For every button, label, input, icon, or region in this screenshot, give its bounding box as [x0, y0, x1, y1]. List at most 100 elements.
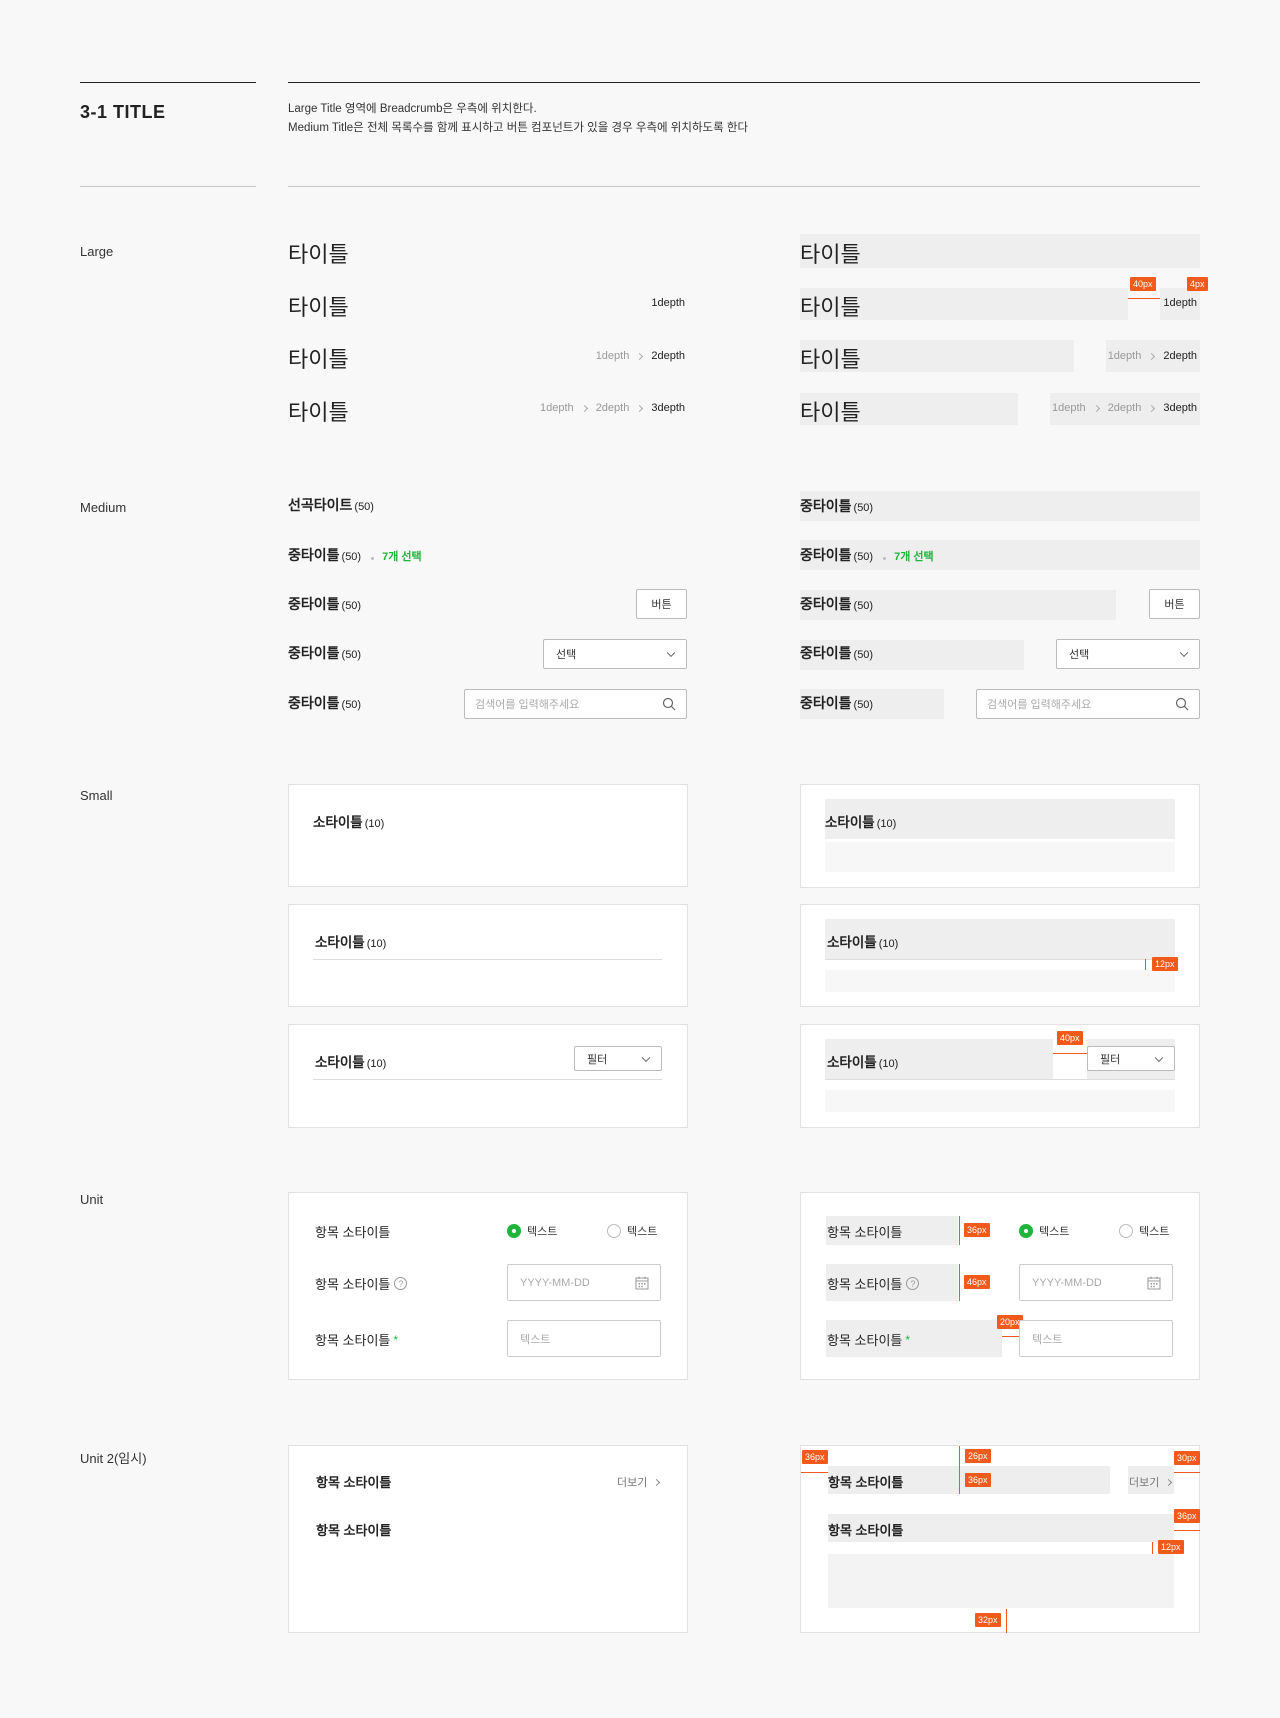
breadcrumb-current[interactable]: 1depth — [1163, 297, 1197, 309]
breadcrumb-current[interactable]: 3depth — [1163, 402, 1197, 414]
medium-title-spec-3: 중타이틀 (50) — [800, 594, 873, 614]
spec-measure-line — [1002, 1336, 1019, 1337]
label-large: Large — [80, 244, 114, 259]
spec-measure-line — [801, 1472, 828, 1473]
spec-measure-line — [1053, 1053, 1087, 1054]
date-input[interactable]: YYYY-MM-DD — [507, 1264, 661, 1301]
small-count: (10) — [878, 1058, 899, 1070]
filter-value: 필터 — [587, 1053, 608, 1066]
more-link[interactable]: 더보기 — [617, 1474, 661, 1490]
medium-title-2: 중타이틀 (50) 7개 선택 — [288, 545, 422, 565]
medium-count: (50) — [853, 551, 874, 563]
action-button[interactable]: 버튼 — [636, 589, 687, 619]
breadcrumb-current[interactable]: 2depth — [1163, 350, 1197, 362]
breadcrumb-current[interactable]: 2depth — [651, 350, 685, 362]
spec-measure-line — [1006, 1609, 1007, 1633]
breadcrumb-current[interactable]: 3depth — [651, 402, 685, 414]
help-icon[interactable]: ? — [906, 1277, 920, 1290]
breadcrumb-spec-2: 1depth 2depth — [1108, 350, 1197, 362]
radio-option-1[interactable]: 텍스트 — [507, 1223, 557, 1239]
search-placeholder: 검색어를 입력해주세요 — [475, 699, 580, 711]
radio-option-2[interactable]: 텍스트 — [1119, 1223, 1169, 1239]
small-title-2: 소타이틀 (10) — [315, 931, 386, 951]
breadcrumb-current[interactable]: 1depth — [651, 297, 685, 309]
desc-line-2: Medium Title은 전체 목록수를 함께 표시하고 버튼 컴포넌트가 있… — [288, 122, 749, 134]
label-unit2: Unit 2(임시) — [80, 1451, 147, 1466]
select-dropdown[interactable]: 선택 — [1056, 639, 1200, 669]
medium-count: (50) — [853, 502, 874, 514]
breadcrumb-item[interactable]: 1depth — [1052, 402, 1086, 414]
unit-item-label-3: 항목 소타이틀 * — [315, 1330, 398, 1349]
breadcrumb-spec-1: 1depth — [1163, 297, 1197, 309]
search-input[interactable]: 검색어를 입력해주세요 — [976, 689, 1200, 719]
medium-title-spec-5: 중타이틀 (50) — [800, 693, 873, 713]
small-card-1 — [288, 784, 688, 887]
breadcrumb-1: 1depth — [651, 297, 685, 309]
text-placeholder: 텍스트 — [520, 1333, 551, 1346]
more-label: 더보기 — [1129, 1477, 1160, 1489]
small-title-3: 소타이틀 (10) — [315, 1051, 386, 1071]
small-title-spec-3: 소타이틀 (10) — [827, 1051, 898, 1071]
more-link[interactable]: 더보기 — [1129, 1474, 1173, 1490]
label-unit: Unit — [80, 1192, 104, 1207]
search-input[interactable]: 검색어를 입력해주세요 — [464, 689, 687, 719]
small-title-text: 소타이틀 — [315, 1055, 365, 1070]
guide-area — [825, 1090, 1175, 1112]
filter-dropdown[interactable]: 필터 — [1087, 1046, 1175, 1071]
radio-label: 텍스트 — [527, 1226, 558, 1238]
guide-area — [828, 1554, 1174, 1608]
calendar-icon — [1147, 1276, 1161, 1289]
unit-item-text: 항목 소타이틀 — [827, 1225, 903, 1240]
breadcrumb-item[interactable]: 1depth — [596, 350, 630, 362]
radio-option-1[interactable]: 텍스트 — [1019, 1223, 1069, 1239]
breadcrumb-item[interactable]: 1depth — [540, 402, 574, 414]
unit2-item-text: 항목 소타이틀 — [316, 1523, 392, 1538]
text-input[interactable]: 텍스트 — [507, 1320, 661, 1357]
spec-tag: 36px — [965, 1473, 991, 1487]
small-card-3 — [288, 1024, 688, 1128]
medium-title-text: 중타이틀 — [288, 645, 340, 661]
chevron-right-icon — [1165, 1478, 1173, 1486]
chevron-down-icon — [1179, 648, 1189, 658]
date-input[interactable]: YYYY-MM-DD — [1019, 1264, 1173, 1301]
breadcrumb-3: 1depth 2depth 3depth — [540, 402, 685, 414]
spec-tag: 12px — [1158, 1540, 1184, 1554]
medium-title-text: 중타이틀 — [288, 547, 340, 563]
spec-tag: 36px — [802, 1450, 828, 1464]
chevron-right-icon — [1148, 352, 1156, 360]
calendar-icon — [635, 1276, 649, 1289]
unit2-item-text: 항목 소타이틀 — [316, 1475, 392, 1490]
radio-selected-icon — [1019, 1224, 1033, 1238]
action-button[interactable]: 버튼 — [1149, 589, 1200, 619]
medium-count: (50) — [853, 699, 874, 711]
spec-tag: 30px — [1174, 1451, 1200, 1465]
breadcrumb-item[interactable]: 2depth — [596, 402, 630, 414]
spec-tag: 46px — [964, 1275, 990, 1289]
breadcrumb-item[interactable]: 2depth — [1108, 402, 1142, 414]
unit-item-text: 항목 소타이틀 — [315, 1333, 391, 1348]
chevron-down-icon — [641, 1053, 651, 1062]
medium-count: (50) — [341, 699, 362, 711]
spec-measure-line — [959, 1446, 960, 1494]
unit2-item-1: 항목 소타이틀 — [316, 1472, 391, 1491]
select-dropdown[interactable]: 선택 — [543, 639, 687, 669]
breadcrumb-item[interactable]: 1depth — [1108, 350, 1142, 362]
small-count: (10) — [366, 1058, 387, 1070]
filter-dropdown[interactable]: 필터 — [574, 1046, 662, 1071]
unit-item-text: 항목 소타이틀 — [315, 1225, 391, 1240]
medium-title-text: 중타이틀 — [800, 695, 852, 711]
medium-count: (50) — [341, 551, 362, 563]
more-label: 더보기 — [617, 1477, 648, 1489]
unit2-item-spec-1: 항목 소타이틀 — [828, 1472, 903, 1491]
radio-option-2[interactable]: 텍스트 — [607, 1223, 657, 1239]
medium-title-text: 중타이틀 — [288, 596, 340, 612]
spec-tag: 4px — [1187, 277, 1208, 291]
small-title-text: 소타이틀 — [827, 935, 877, 950]
help-icon[interactable]: ? — [394, 1277, 408, 1290]
unit-item-label-spec-3: 항목 소타이틀 * — [827, 1330, 910, 1349]
small-count: (10) — [364, 818, 385, 830]
text-input[interactable]: 텍스트 — [1019, 1320, 1173, 1357]
small-title-text: 소타이틀 — [315, 935, 365, 950]
small-card-2 — [288, 904, 688, 1007]
large-title-4: 타이틀 — [288, 400, 349, 425]
